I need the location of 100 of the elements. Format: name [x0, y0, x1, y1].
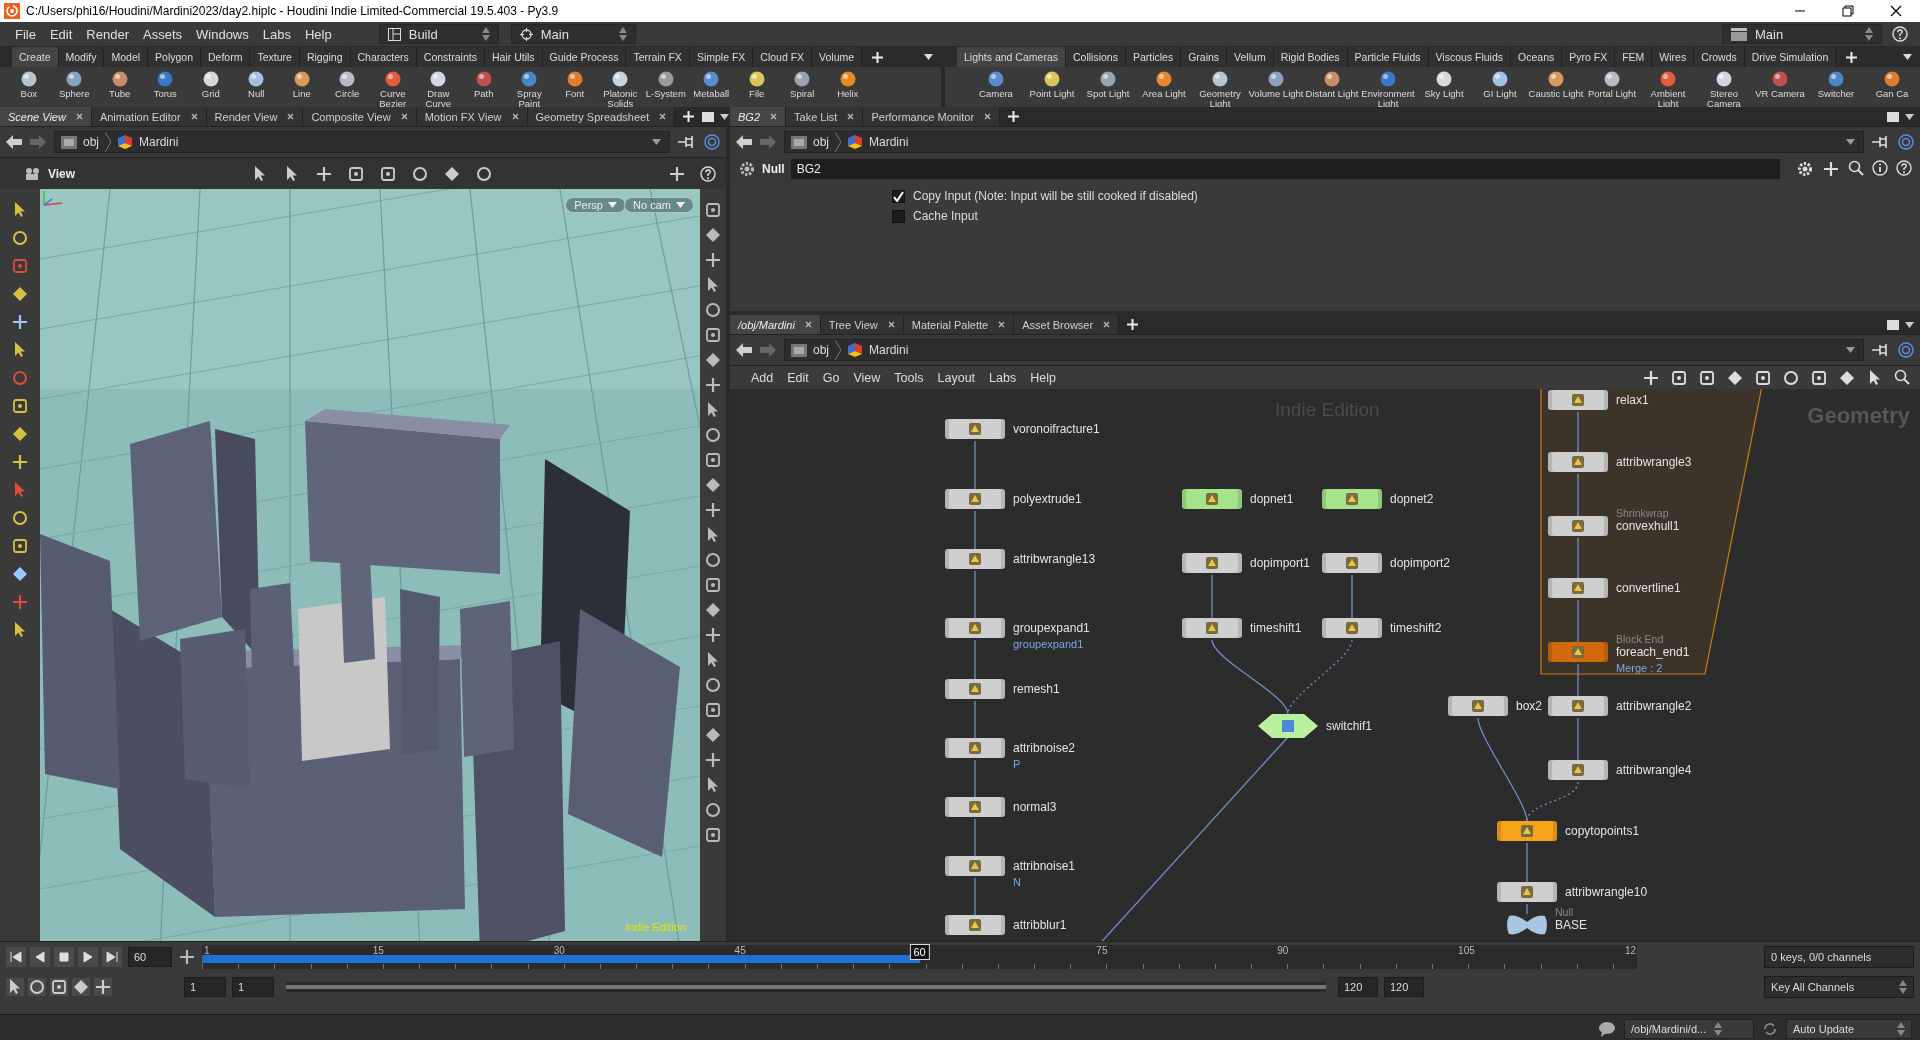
shelf-tab[interactable]: Vellum — [1227, 47, 1274, 67]
close-icon[interactable] — [887, 321, 895, 328]
network-node[interactable] — [945, 489, 1005, 509]
search-icon[interactable] — [1848, 160, 1864, 176]
diamond-icon[interactable] — [11, 285, 29, 303]
updown-caret-icon[interactable] — [618, 27, 627, 41]
maximize-icon[interactable] — [1887, 111, 1899, 122]
diamond-icon[interactable] — [1838, 368, 1856, 387]
square-icon[interactable] — [1810, 368, 1828, 387]
diamond-icon[interactable] — [704, 601, 722, 619]
network-node[interactable] — [1448, 696, 1508, 716]
network-node[interactable] — [945, 419, 1005, 439]
pointer-icon[interactable] — [6, 978, 24, 996]
shelf-tool[interactable]: Metaball — [688, 70, 734, 99]
menu-item[interactable]: Render — [79, 26, 136, 42]
key-all-channels-button[interactable]: Key All Channels — [1764, 976, 1914, 998]
ring-icon[interactable] — [11, 229, 29, 247]
square-icon[interactable] — [704, 826, 722, 844]
pane-tab[interactable]: Take List — [786, 107, 864, 126]
shelf-tab[interactable]: Characters — [350, 47, 417, 67]
shelf-tab[interactable]: Pyro FX — [1562, 47, 1616, 67]
back-arrow-icon[interactable] — [736, 343, 752, 357]
shelf-tab[interactable]: Cloud FX — [753, 47, 813, 67]
pane-tab[interactable]: Render View — [206, 107, 304, 126]
updown-caret-icon[interactable] — [1897, 1022, 1905, 1036]
play-icon[interactable] — [78, 947, 98, 967]
path-bar[interactable]: obj Mardini — [54, 131, 670, 153]
plus-icon[interactable] — [872, 51, 884, 63]
shelf-tool[interactable]: Line — [279, 70, 325, 99]
ring-icon[interactable] — [704, 426, 722, 444]
square-icon[interactable] — [1698, 368, 1716, 387]
network-node[interactable] — [1258, 714, 1318, 738]
close-icon[interactable] — [1890, 5, 1902, 17]
shelf-tool[interactable]: GI Light — [1472, 70, 1528, 99]
diamond-icon[interactable] — [704, 226, 722, 244]
square-icon[interactable] — [1754, 368, 1772, 387]
caret-icon[interactable] — [1905, 321, 1914, 328]
pane-tab[interactable]: Animation Editor — [91, 107, 207, 126]
pane-tab[interactable]: Asset Browser — [1014, 315, 1120, 334]
close-icon[interactable] — [847, 113, 855, 120]
shelf-tool[interactable]: Torus — [142, 70, 188, 99]
network-node[interactable] — [1548, 760, 1608, 780]
shelf-tool[interactable]: Gan Ca — [1864, 70, 1920, 99]
network-node[interactable] — [945, 679, 1005, 699]
network-node[interactable] — [1548, 452, 1608, 472]
shelf-tool[interactable]: Sphere — [51, 70, 97, 99]
path-bar[interactable]: obj Mardini — [784, 131, 1864, 153]
pin-icon[interactable] — [678, 136, 696, 148]
menu-item[interactable]: Windows — [189, 26, 256, 42]
shelf-tool[interactable]: Sky Light — [1416, 70, 1472, 99]
shelf-tab[interactable]: Viscous Fluids — [1428, 47, 1512, 67]
ring-icon[interactable] — [704, 801, 722, 819]
network-node[interactable] — [1548, 516, 1608, 536]
shelf-tool[interactable]: Tube — [97, 70, 143, 99]
shelf-tab[interactable]: Texture — [250, 47, 300, 67]
shelf-tab[interactable]: Lights and Cameras — [957, 47, 1066, 67]
shelf-tool[interactable]: Volume Light — [1248, 70, 1304, 99]
path-crumb[interactable]: obj — [83, 135, 99, 149]
menu-item[interactable]: File — [8, 26, 43, 42]
shelf-tab[interactable]: Oceans — [1511, 47, 1563, 67]
pane-tab[interactable]: BG2 — [730, 107, 786, 126]
shelf-tool[interactable]: File — [734, 70, 780, 99]
current-frame-marker[interactable]: 60 — [909, 944, 930, 960]
diamond-icon[interactable] — [11, 425, 29, 443]
path-crumb[interactable]: Mardini — [869, 343, 909, 357]
caret-icon[interactable] — [652, 139, 661, 145]
step-back-icon[interactable] — [30, 947, 50, 967]
target-icon[interactable] — [704, 134, 720, 150]
search-icon[interactable] — [1894, 368, 1910, 385]
shelf-tool[interactable]: Null — [233, 70, 279, 99]
menu-item[interactable]: Add — [744, 370, 781, 385]
shelf-tool[interactable]: Box — [6, 70, 52, 99]
shelf-tab[interactable]: Drive Simulation — [1744, 47, 1837, 67]
help-icon[interactable] — [1896, 160, 1912, 176]
skip-start-icon[interactable] — [6, 947, 26, 967]
shelf-tool[interactable]: Draw Curve — [415, 70, 461, 108]
shelf-tool[interactable]: Platonic Solids — [597, 70, 643, 108]
shelf-tool[interactable]: Spot Light — [1080, 70, 1136, 99]
frame-field[interactable]: 60 — [128, 947, 172, 967]
menu-item[interactable]: Assets — [136, 26, 189, 42]
ring-icon[interactable] — [474, 164, 493, 183]
shelf-tab[interactable]: Deform — [201, 47, 251, 67]
shelf-tab[interactable]: Hair Utils — [484, 47, 543, 67]
menu-item[interactable]: Help — [297, 26, 339, 42]
shelf-tab[interactable]: Wires — [1652, 47, 1695, 67]
target-icon[interactable] — [1898, 342, 1914, 358]
pin-icon[interactable] — [1872, 344, 1890, 356]
restore-icon[interactable] — [1842, 5, 1854, 17]
info-icon[interactable] — [1872, 160, 1888, 176]
network-node[interactable] — [945, 915, 1005, 935]
update-mode-dropdown[interactable]: Auto Update — [1786, 1019, 1912, 1039]
close-icon[interactable] — [984, 113, 992, 120]
menu-item[interactable]: Labs — [255, 26, 298, 42]
end-frame-field[interactable]: 120 — [1384, 977, 1424, 997]
shelf-tab[interactable]: Particle Fluids — [1347, 47, 1429, 67]
menu-item[interactable]: Tools — [887, 370, 931, 385]
network-node[interactable] — [1507, 914, 1547, 936]
shelf-tab[interactable]: Constraints — [416, 47, 485, 67]
square-icon[interactable] — [1670, 368, 1688, 387]
pane-tab[interactable]: Material Palette — [903, 315, 1015, 334]
